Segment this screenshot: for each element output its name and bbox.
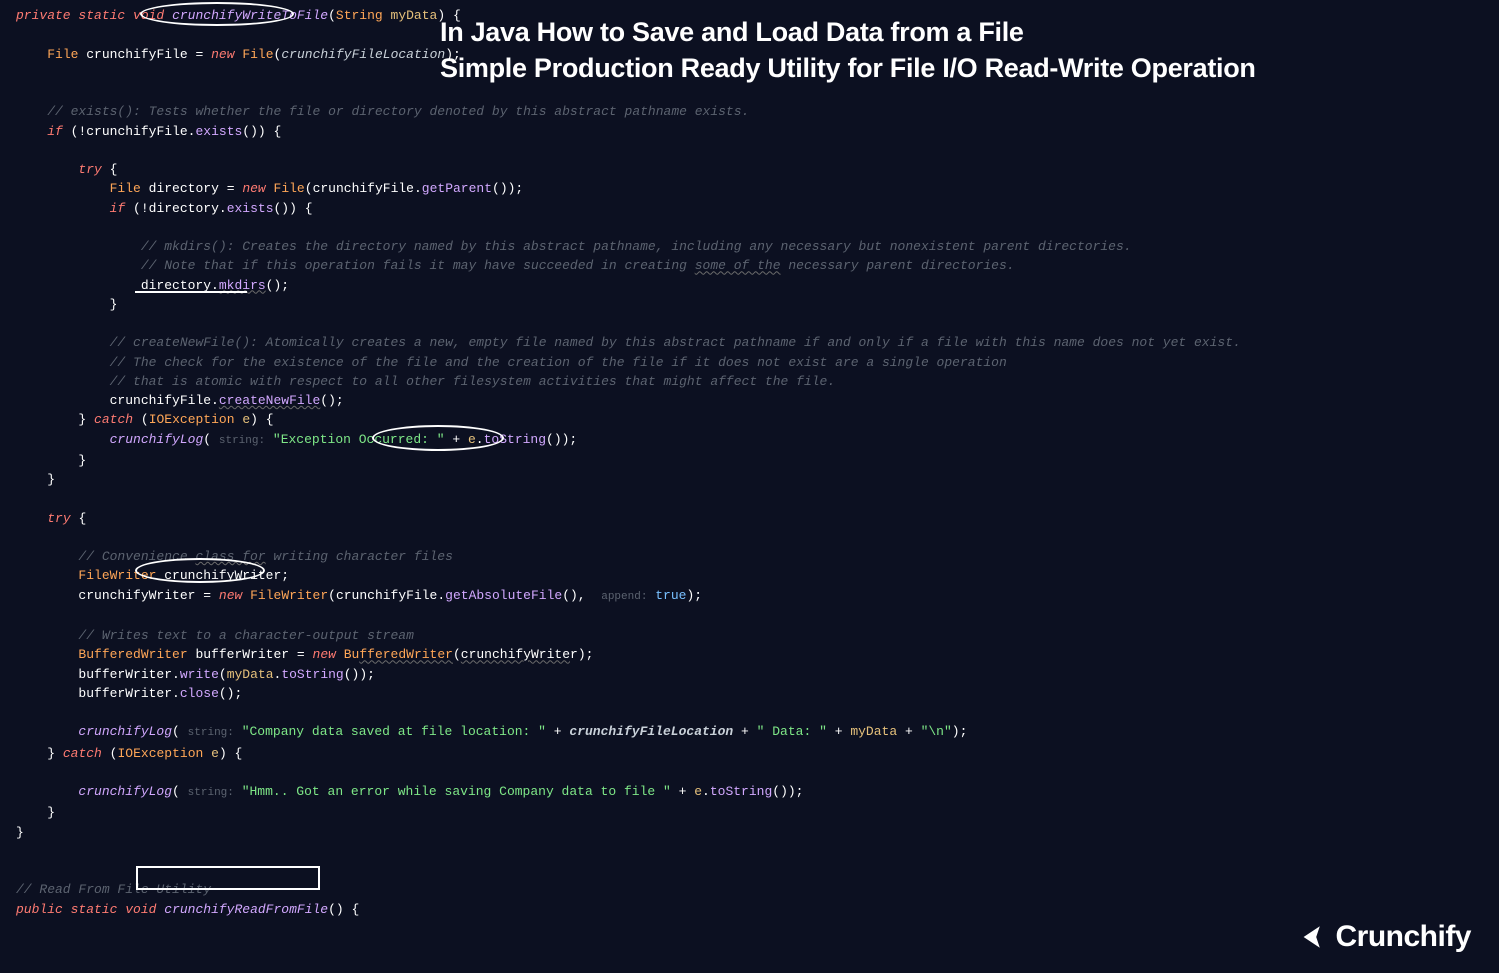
call-tostring: toString: [710, 784, 772, 799]
crunchify-icon: [1291, 919, 1327, 955]
hint: string:: [188, 727, 234, 739]
obj: bufferWriter: [78, 667, 172, 682]
call-crunchifylog: crunchifyLog: [78, 724, 172, 739]
kw-if: if: [47, 124, 63, 139]
str: "Exception Occurred: ": [273, 432, 445, 447]
var-e: e: [242, 412, 250, 427]
obj: crunchifyFile: [336, 588, 437, 603]
obj: crunchifyFile: [110, 393, 211, 408]
call-mkdirs: mkdirs: [219, 278, 266, 293]
str: "\n": [921, 724, 952, 739]
comment: // The check for the existence of the fi…: [110, 355, 1007, 370]
type-file: File: [47, 47, 78, 62]
ctor: File: [274, 181, 305, 196]
type-ioexception: IOException: [117, 746, 203, 761]
field: crunchifyFileLocation: [569, 724, 733, 739]
comment-exists: // exists(): Tests whether the file or d…: [47, 104, 749, 119]
var-e: e: [468, 432, 476, 447]
obj: myData: [227, 667, 274, 682]
param-name: myData: [391, 8, 438, 23]
brand-text: Crunchify: [1335, 927, 1471, 946]
obj: directory: [149, 201, 219, 216]
param-type: String: [336, 8, 383, 23]
call-tostring: toString: [484, 432, 546, 447]
call-crunchifylog: crunchifyLog: [110, 432, 204, 447]
var-e: e: [211, 746, 219, 761]
overlay-title: In Java How to Save and Load Data from a…: [440, 14, 1469, 86]
type-bufferedwriter: BufferedWriter: [78, 647, 187, 662]
hint: string:: [219, 435, 265, 447]
obj: directory: [141, 278, 211, 293]
obj: bufferWriter: [78, 686, 172, 701]
arg-wave: crunchifyWrite: [461, 647, 570, 662]
comment-wave: class for: [195, 549, 265, 564]
arg-tail: r: [570, 647, 578, 662]
var: myData: [850, 724, 897, 739]
code-block: private static void crunchifyWriteToFile…: [0, 0, 1499, 919]
var: crunchifyFile: [86, 124, 187, 139]
call-close: close: [180, 686, 219, 701]
method-name: crunchifyWriteToFile: [172, 8, 328, 23]
overlay-line1: In Java How to Save and Load Data from a…: [440, 14, 1469, 50]
op-plus: +: [452, 432, 460, 447]
kw-catch: catch: [63, 746, 102, 761]
kw-try: try: [47, 511, 70, 526]
method-name: crunchifyReadFromFile: [164, 902, 328, 917]
var-crunchifyfile: crunchifyFile: [86, 47, 187, 62]
call-crunchifylog: crunchifyLog: [78, 784, 172, 799]
comment: // createNewFile(): Atomically creates a…: [110, 335, 1241, 350]
brand-logo: Crunchify: [1291, 919, 1471, 955]
val-true: true: [655, 588, 686, 603]
call-exists: exists: [227, 201, 274, 216]
ctor-file: File: [242, 47, 273, 62]
kw-new: new: [211, 47, 234, 62]
call-getparent: getParent: [422, 181, 492, 196]
kw-public-static: public static: [16, 902, 117, 917]
comment: // that is atomic with respect to all ot…: [110, 374, 836, 389]
ctor-part: Bu: [344, 647, 360, 662]
ctor-filewriter: FileWriter: [250, 588, 328, 603]
var: crunchifyWriter: [78, 588, 195, 603]
obj: crunchifyFile: [313, 181, 414, 196]
var-crunchifywriter: crunchifyWriter: [164, 568, 281, 583]
kw-if: if: [110, 201, 126, 216]
str: " Data: ": [757, 724, 827, 739]
call-write: write: [180, 667, 219, 682]
hint: append:: [601, 591, 647, 603]
kw-new: new: [313, 647, 336, 662]
str: "Hmm.. Got an error while saving Company…: [242, 784, 671, 799]
ctor-wave: fferedWriter: [359, 647, 453, 662]
type: File: [110, 181, 141, 196]
kw-void: void: [125, 902, 156, 917]
kw-new: new: [242, 181, 265, 196]
comment-part: necessary parent directories.: [781, 258, 1015, 273]
call-exists: exists: [195, 124, 242, 139]
comment: // Writes text to a character-output str…: [78, 628, 413, 643]
comment-wave: some of the: [695, 258, 781, 273]
kw-try: try: [78, 162, 101, 177]
overlay-line2: Simple Production Ready Utility for File…: [440, 50, 1469, 86]
var-directory: directory: [149, 181, 219, 196]
kw-catch: catch: [94, 412, 133, 427]
comment-part: // Note that if this operation fails it …: [141, 258, 695, 273]
comment: // Read From File Utility: [16, 882, 211, 897]
comment: // mkdirs(): Creates the directory named…: [141, 239, 1132, 254]
str: "Company data saved at file location: ": [242, 724, 546, 739]
call-createnewfile: createNewFile: [219, 393, 320, 408]
call-tostring: toString: [281, 667, 343, 682]
type-ioexception: IOException: [149, 412, 235, 427]
call-getabsolutefile: getAbsoluteFile: [445, 588, 562, 603]
hint: string:: [188, 787, 234, 799]
type-filewriter: FileWriter: [78, 568, 156, 583]
var-bufferwriter: bufferWriter: [195, 647, 289, 662]
kw-void: void: [133, 8, 164, 23]
field-fileloc: crunchifyFileLocation: [281, 47, 445, 62]
var-e: e: [694, 784, 702, 799]
kw-new: new: [219, 588, 242, 603]
kw-private-static: private static: [16, 8, 125, 23]
